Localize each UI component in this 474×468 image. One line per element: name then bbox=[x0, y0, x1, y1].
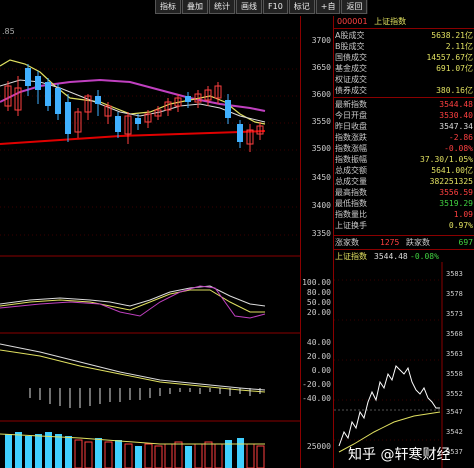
stat-row: 指数涨跌 -2.86 bbox=[335, 133, 473, 142]
down-count: 697 bbox=[458, 238, 473, 247]
kline-chart[interactable] bbox=[0, 16, 300, 468]
ma60-line bbox=[0, 130, 266, 145]
stat-row: 指数涨幅 -0.08% bbox=[335, 144, 473, 153]
svg-text:3552: 3552 bbox=[446, 390, 463, 398]
axis-label: 50.00 bbox=[306, 298, 331, 307]
panel-header: 000001 上证指数 bbox=[334, 16, 474, 28]
stat-row: 基金成交 691.07亿 bbox=[335, 64, 473, 73]
overlay-button[interactable]: 叠加 bbox=[182, 0, 208, 14]
indicator-button[interactable]: 指标 bbox=[155, 0, 181, 14]
watermark: 知乎 @轩寒财经 bbox=[348, 447, 451, 463]
down-count-label: 跌家数 bbox=[406, 238, 430, 247]
stat-row: A股成交 5638.21亿 bbox=[335, 31, 473, 40]
axis-label: -40.00 bbox=[302, 394, 331, 403]
stat-row: 最低指数 3519.29 bbox=[335, 199, 473, 208]
svg-text:3563: 3563 bbox=[446, 350, 463, 358]
axis-label: 3350 bbox=[311, 229, 331, 238]
stat-row: 最新指数 3544.48 bbox=[335, 100, 473, 109]
breadth-row: 涨家数 1275 跌家数 697 bbox=[334, 237, 474, 248]
up-count-label: 涨家数 bbox=[335, 238, 359, 247]
draw-line-button[interactable]: 画线 bbox=[236, 0, 262, 14]
stat-row: 权证成交 bbox=[335, 75, 367, 84]
stat-row: 债券成交 380.16亿 bbox=[335, 86, 473, 95]
add-self-button[interactable]: +自 bbox=[315, 0, 341, 14]
axis-label: 80.00 bbox=[306, 288, 331, 297]
index-name: 上证指数 bbox=[374, 17, 407, 26]
svg-text:3568: 3568 bbox=[446, 330, 463, 338]
svg-text:3583: 3583 bbox=[446, 270, 463, 278]
stat-row: 今日开盘 3530.40 bbox=[335, 111, 473, 120]
stat-row: 总成交量 382251325 bbox=[335, 177, 473, 186]
stat-row: 昨日收盘 3547.34 bbox=[335, 122, 473, 131]
mark-button[interactable]: 标记 bbox=[288, 0, 315, 14]
mini-chart-header: 上证指数 3544.48 -0.08% bbox=[335, 252, 439, 261]
axis-label: 20.00 bbox=[306, 308, 331, 317]
svg-text:3547: 3547 bbox=[446, 408, 463, 416]
stat-row: 上证换手 0.97% bbox=[335, 221, 473, 230]
stat-row: 指数量比 1.09 bbox=[335, 210, 473, 219]
axis-label: 3600 bbox=[311, 90, 331, 99]
chart-toolbar: 指标 叠加 统计 画线 F10 标记 +自 返回 bbox=[155, 0, 369, 14]
oscillator-panel bbox=[0, 285, 266, 319]
macd-panel bbox=[0, 343, 266, 408]
stat-row: B股成交 2.11亿 bbox=[335, 42, 473, 51]
quote-panel: 000001 上证指数 A股成交 5638.21亿 B股成交 2.11亿 国债成交 1… bbox=[333, 16, 474, 468]
back-button[interactable]: 返回 bbox=[341, 0, 368, 14]
stat-row: 总成交额 5641.00亿 bbox=[335, 166, 473, 175]
axis-label: 40.00 bbox=[306, 338, 331, 347]
candles bbox=[4, 64, 264, 152]
statistics-button[interactable]: 统计 bbox=[209, 0, 235, 14]
axis-label: 0.00 bbox=[311, 366, 331, 375]
stat-row: 国债成交 14557.67亿 bbox=[335, 53, 473, 62]
svg-text:3578: 3578 bbox=[446, 290, 463, 298]
axis-label: 25000 bbox=[306, 442, 331, 451]
price-axis: 3700 3650 3600 3550 3500 3450 3400 3350 … bbox=[300, 16, 333, 468]
svg-text:3573: 3573 bbox=[446, 310, 463, 318]
axis-label: 3450 bbox=[311, 173, 331, 182]
axis-label: 3400 bbox=[311, 201, 331, 210]
svg-text:3558: 3558 bbox=[446, 370, 463, 378]
intraday-price-line bbox=[338, 365, 440, 447]
up-count: 1275 bbox=[380, 238, 400, 247]
intraday-mini-chart[interactable]: 3583 3578 3573 3568 3563 3558 3552 3547 … bbox=[334, 262, 474, 468]
axis-label: -20.00 bbox=[302, 380, 331, 389]
axis-label: 100.00 bbox=[302, 278, 331, 287]
volume-bars bbox=[5, 432, 265, 468]
stat-row: 最高指数 3556.59 bbox=[335, 188, 473, 197]
index-code: 000001 bbox=[337, 17, 368, 26]
axis-label: 3700 bbox=[311, 36, 331, 45]
axis-label: 3650 bbox=[311, 63, 331, 72]
axis-label: 3500 bbox=[311, 144, 331, 153]
svg-text:3542: 3542 bbox=[446, 428, 463, 436]
stat-row: 指数振幅 37.30/1.05% bbox=[335, 155, 473, 164]
f10-button[interactable]: F10 bbox=[263, 0, 288, 14]
axis-label: 3550 bbox=[311, 117, 331, 126]
axis-label: 20.00 bbox=[306, 352, 331, 361]
